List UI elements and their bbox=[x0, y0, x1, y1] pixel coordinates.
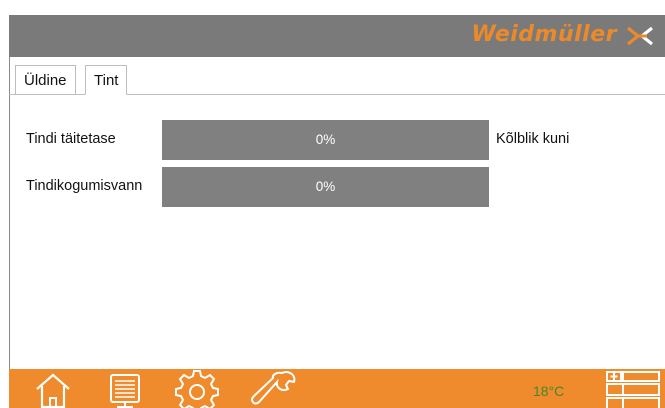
tab-ink-label: Tint bbox=[94, 72, 119, 89]
settings-button[interactable] bbox=[175, 369, 219, 408]
tab-ink[interactable]: Tint bbox=[85, 65, 128, 95]
expiry-label: Kõlblik kuni bbox=[496, 131, 570, 147]
ink-level-value: 0% bbox=[315, 132, 336, 147]
weidmuller-logo-icon bbox=[627, 26, 653, 46]
tab-general-label: Üldine bbox=[24, 72, 67, 89]
printer-icon bbox=[110, 374, 140, 408]
wrench-icon bbox=[250, 371, 296, 405]
home-icon bbox=[36, 373, 70, 408]
temperature-readout: 18°C bbox=[533, 383, 565, 399]
title-bar: Weidmüller bbox=[9, 15, 665, 57]
gear-icon bbox=[175, 370, 219, 408]
ink-tank-bar: 0% bbox=[162, 167, 489, 207]
home-button[interactable] bbox=[31, 369, 75, 408]
brand-name: Weidmüller bbox=[471, 22, 617, 47]
content-panel bbox=[9, 57, 665, 369]
menu-button[interactable] bbox=[604, 369, 662, 408]
layout-menu-icon bbox=[606, 371, 660, 408]
service-button[interactable] bbox=[249, 369, 299, 408]
ink-tank-value: 0% bbox=[315, 179, 336, 194]
tab-general[interactable]: Üldine bbox=[15, 65, 76, 95]
print-button[interactable] bbox=[107, 369, 143, 408]
footer-bar: 18°C bbox=[9, 369, 665, 408]
ink-tank-label: Tindikogumisvann bbox=[26, 178, 143, 194]
ink-level-bar: 0% bbox=[162, 120, 489, 160]
ink-level-label: Tindi täitetase bbox=[26, 131, 116, 147]
